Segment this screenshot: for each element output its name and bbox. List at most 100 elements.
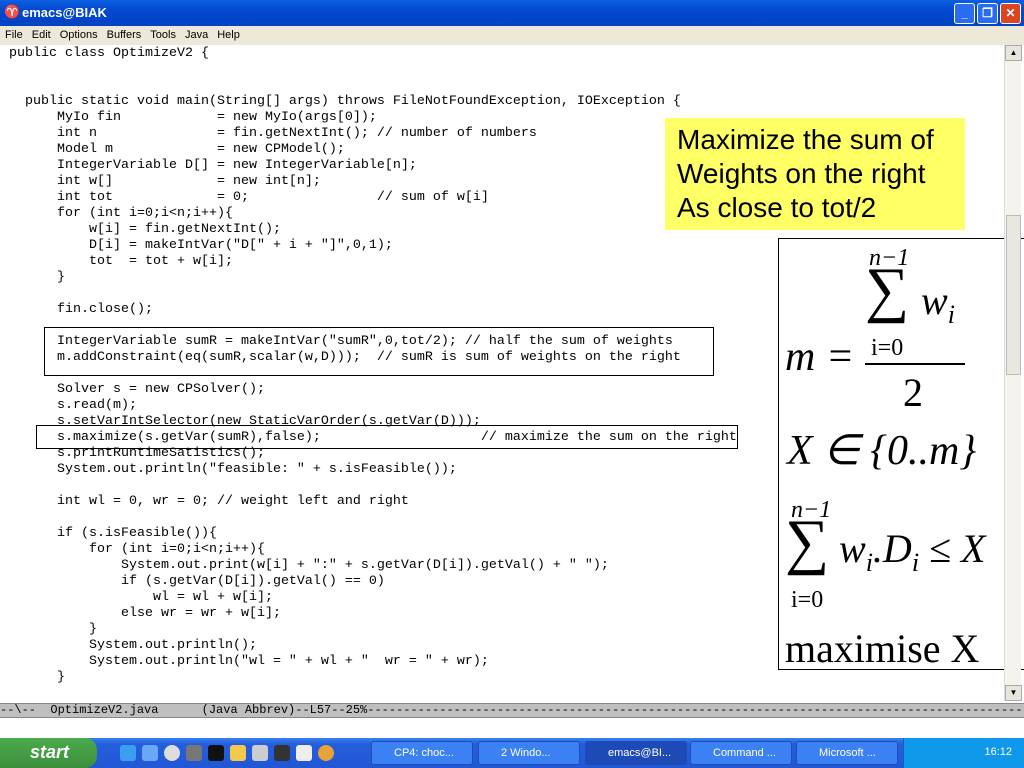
scroll-up-arrow[interactable]: ▲ [1005, 45, 1022, 61]
code-line: System.out.println(); [9, 638, 257, 653]
le-x: ≤ X [929, 526, 986, 571]
sum2-lower: i=0 [791, 587, 824, 613]
taskbar-button-windows[interactable]: 2 Windo... [478, 741, 580, 765]
m-equals: m = [785, 334, 855, 380]
code-line: System.out.print(w[i] + ":" + s.getVar(D… [9, 558, 609, 573]
taskbar-label: 2 Windo... [501, 747, 551, 759]
w: w [921, 278, 948, 323]
w: w [839, 526, 866, 571]
code-line: w[i] = fin.getNextInt(); [9, 222, 281, 237]
taskbar-button-cp4[interactable]: CP4: choc... [371, 741, 473, 765]
vertical-scrollbar[interactable]: ▲ ▼ [1004, 45, 1022, 701]
code-line: } [9, 270, 65, 285]
i: i [947, 300, 955, 329]
code-line: Solver s = new CPSolver(); [9, 382, 265, 397]
sum-symbol: ∑ [865, 256, 910, 324]
menu-buffers[interactable]: Buffers [102, 26, 146, 41]
emacs-icon: ♈ [4, 4, 21, 19]
code-line: for (int i=0;i<n;i++){ [9, 542, 265, 557]
close-button[interactable]: ✕ [1000, 3, 1021, 24]
sum2-body: wi.Di ≤ X [839, 525, 985, 578]
code-line: fin.close(); [9, 302, 153, 317]
menu-file[interactable]: File [0, 26, 27, 41]
code-line: IntegerVariable D[] = new IntegerVariabl… [9, 158, 417, 173]
formula-panel: n−1 ∑ wi i=0 m = 2 X ∈ {0..m} n−1 ∑ wi.D… [778, 238, 1024, 671]
maximize-button[interactable]: ❐ [977, 3, 998, 24]
clock: 16:12 [984, 746, 1012, 758]
code-line: public static void main(String[] args) t… [9, 94, 681, 109]
code-line: D[i] = makeIntVar("D[" + i + "]",0,1); [9, 238, 393, 253]
device-icon[interactable] [252, 745, 268, 761]
title-bar: ♈ emacs@BIAK _ ❐ ✕ [0, 0, 1024, 26]
window-icon[interactable] [296, 745, 312, 761]
taskbar-button-microsoft[interactable]: Microsoft ... [796, 741, 898, 765]
taskbar-label: emacs@BI... [608, 747, 672, 759]
menu-edit[interactable]: Edit [27, 26, 55, 41]
menu-tools[interactable]: Tools [145, 26, 180, 41]
code-line: public class OptimizeV2 { [9, 46, 209, 61]
code-line: tot = tot + w[i]; [9, 254, 233, 269]
note-line: Maximize the sum of [677, 124, 934, 155]
highlight-box-maximize [36, 425, 738, 449]
code-line: int n = fin.getNextInt(); // number of n… [9, 126, 537, 141]
code-line: Model m = new CPModel(); [9, 142, 345, 157]
code-line: if (s.isFeasible()){ [9, 526, 217, 541]
code-line: for (int i=0;i<n;i++){ [9, 206, 233, 221]
start-label: start [30, 742, 70, 762]
i: i [865, 548, 873, 577]
system-tray: 16:12 [903, 738, 1024, 768]
taskbar-label: Microsoft ... [819, 747, 876, 759]
code-line: } [9, 670, 65, 685]
i: i [911, 548, 920, 577]
start-button[interactable]: start [0, 738, 97, 768]
menu-help[interactable]: Help [212, 26, 244, 41]
cmd-icon[interactable] [208, 745, 224, 761]
note-line: As close to tot/2 [677, 192, 877, 223]
taskbar-label: Command ... [713, 747, 776, 759]
menu-options[interactable]: Options [55, 26, 102, 41]
code-line: System.out.println("wl = " + wl + " wr =… [9, 654, 489, 669]
terminal-icon[interactable] [274, 745, 290, 761]
code-line: s.read(m); [9, 398, 137, 413]
code-line: int wl = 0, wr = 0; // weight left and r… [9, 494, 409, 509]
fraction-bar [865, 363, 965, 365]
media-icon[interactable] [164, 745, 180, 761]
w-i: wi [921, 277, 955, 330]
taskbar: start CP4: choc... 2 Windo... emacs@BI..… [0, 738, 1024, 768]
emacs-quick-icon[interactable] [186, 745, 202, 761]
scroll-thumb[interactable] [1006, 215, 1021, 375]
annotation-note: Maximize the sum of Weights on the right… [665, 118, 965, 230]
menu-java[interactable]: Java [180, 26, 212, 41]
d: .D [872, 526, 912, 571]
code-line: MyIo fin = new MyIo(args[0]); [9, 110, 377, 125]
x-domain: X ∈ {0..m} [787, 428, 977, 474]
highlight-box-sumr [44, 327, 714, 376]
sum2-symbol: ∑ [785, 508, 830, 576]
code-line: int w[] = new int[n]; [9, 174, 321, 189]
code-line: else wr = wr + w[i]; [9, 606, 281, 621]
taskbar-button-emacs[interactable]: emacs@BI... [585, 741, 687, 765]
folder-icon[interactable] [230, 745, 246, 761]
taskbar-label: CP4: choc... [394, 747, 454, 759]
note-line: Weights on the right [677, 158, 926, 189]
code-line: System.out.println("feasible: " + s.isFe… [9, 462, 457, 477]
code-line: int tot = 0; // sum of w[i] [9, 190, 489, 205]
taskbar-button-command[interactable]: Command ... [690, 741, 792, 765]
minibuffer[interactable] [0, 718, 1024, 738]
ie-icon[interactable] [120, 745, 136, 761]
mode-line: --\-- OptimizeV2.java (Java Abbrev)--L57… [0, 703, 1024, 718]
code-line: wl = wl + w[i]; [9, 590, 273, 605]
window-title: emacs@BIAK [22, 5, 107, 20]
denominator: 2 [903, 370, 923, 415]
minimize-button[interactable]: _ [954, 3, 975, 24]
code-line: } [9, 622, 97, 637]
scroll-down-arrow[interactable]: ▼ [1005, 685, 1022, 701]
chrome-icon[interactable] [318, 745, 334, 761]
menu-bar: File Edit Options Buffers Tools Java Help [0, 26, 1024, 45]
browser-icon[interactable] [142, 745, 158, 761]
